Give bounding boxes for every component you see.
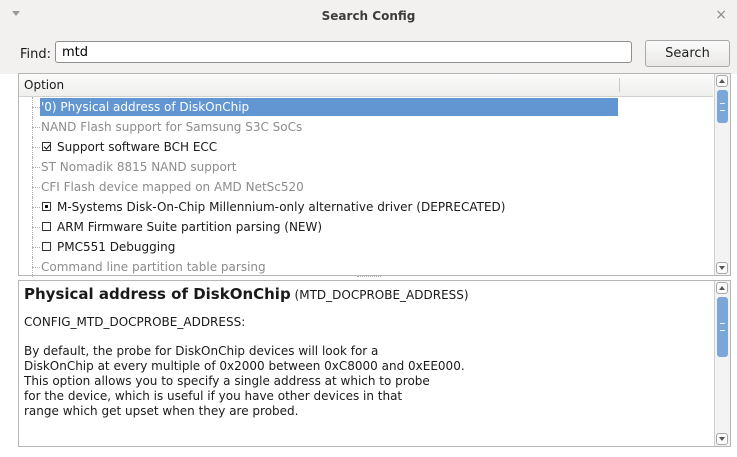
grip-icon (720, 103, 725, 111)
splitter-grip-icon (357, 276, 381, 277)
help-symbol: (MTD_DOCPROBE_ADDRESS) (294, 288, 469, 302)
tree-row[interactable]: CFI Flash device mapped on AMD NetSc520 (19, 177, 713, 197)
tree-row-label: NAND Flash support for Samsung S3C SoCs (41, 120, 303, 134)
tree-row[interactable]: M-Systems Disk-On-Chip Millennium-only a… (19, 197, 713, 217)
tree-row[interactable]: PMC551 Debugging (19, 237, 713, 257)
tree-row-label: Command line partition table parsing (41, 260, 266, 274)
tree-row[interactable]: ARM Firmware Suite partition parsing (NE… (19, 217, 713, 237)
tree-row[interactable]: NAND Flash support for Samsung S3C SoCs (19, 117, 713, 137)
find-input[interactable] (55, 41, 632, 63)
tree-header: Option (19, 74, 713, 97)
column-divider (619, 78, 620, 92)
help-description-line: DiskOnChip at every multiple of 0x2000 b… (24, 359, 465, 373)
help-text: Physical address of DiskOnChip (MTD_DOCP… (24, 287, 704, 419)
tree-connector (32, 267, 40, 268)
tree-row[interactable]: '0) Physical address of DiskOnChip (19, 97, 713, 117)
help-panel: Physical address of DiskOnChip (MTD_DOCP… (18, 280, 731, 447)
search-button[interactable]: Search (645, 40, 730, 67)
tree-connector (32, 147, 40, 148)
option-checkbox[interactable] (42, 222, 51, 231)
tree-row-label: ARM Firmware Suite partition parsing (NE… (57, 220, 323, 234)
tree-row[interactable]: ST Nomadik 8815 NAND support (19, 157, 713, 177)
help-scroll-up-icon[interactable] (716, 282, 728, 294)
help-scrollbar[interactable] (714, 281, 730, 446)
help-description-line: for the device, which is useful if you h… (24, 389, 403, 403)
help-description-line: range which get upset when they are prob… (24, 404, 299, 418)
tree-connector (32, 227, 40, 228)
help-description-line: This option allows you to specify a sing… (24, 374, 430, 388)
help-title: Physical address of DiskOnChip (24, 285, 291, 303)
tree-row-label: CFI Flash device mapped on AMD NetSc520 (41, 180, 304, 194)
help-config-name: CONFIG_MTD_DOCPROBE_ADDRESS: (24, 315, 246, 329)
option-tree: Option '0) Physical address of DiskOnChi… (18, 73, 731, 277)
tree-connector (32, 247, 40, 248)
help-scroll-thumb[interactable] (717, 297, 728, 357)
scroll-up-icon[interactable] (716, 75, 728, 87)
find-label: Find: (20, 47, 52, 62)
tree-row-label: PMC551 Debugging (57, 240, 176, 254)
close-icon[interactable]: × (715, 8, 727, 22)
tree-row[interactable]: Support software BCH ECC (19, 137, 713, 157)
help-grip-icon (720, 323, 725, 331)
tree-connector (32, 187, 40, 188)
tree-connector (32, 207, 40, 208)
tree-connector (32, 127, 40, 128)
scroll-down-icon[interactable] (716, 262, 728, 274)
tree-connector (32, 107, 40, 108)
title-bar: Search Config × (0, 0, 737, 35)
option-checkbox[interactable] (42, 242, 51, 251)
tree-row-label: Support software BCH ECC (57, 140, 218, 154)
help-description-line: By default, the probe for DiskOnChip dev… (24, 344, 379, 358)
help-scroll-down-icon[interactable] (716, 433, 728, 445)
scroll-thumb[interactable] (717, 90, 728, 123)
option-checkbox[interactable] (42, 142, 51, 151)
tree-row-label: ST Nomadik 8815 NAND support (41, 160, 237, 174)
column-header-option[interactable]: Option (24, 78, 64, 92)
tree-connector (32, 167, 40, 168)
find-row: Find: Search (0, 34, 737, 74)
tree-row-label: '0) Physical address of DiskOnChip (41, 100, 250, 114)
help-description: By default, the probe for DiskOnChip dev… (24, 344, 704, 419)
option-checkbox[interactable] (42, 202, 51, 211)
window-title: Search Config (321, 9, 416, 23)
tree-scrollbar[interactable] (714, 74, 730, 275)
tree-row-label: M-Systems Disk-On-Chip Millennium-only a… (57, 200, 506, 214)
